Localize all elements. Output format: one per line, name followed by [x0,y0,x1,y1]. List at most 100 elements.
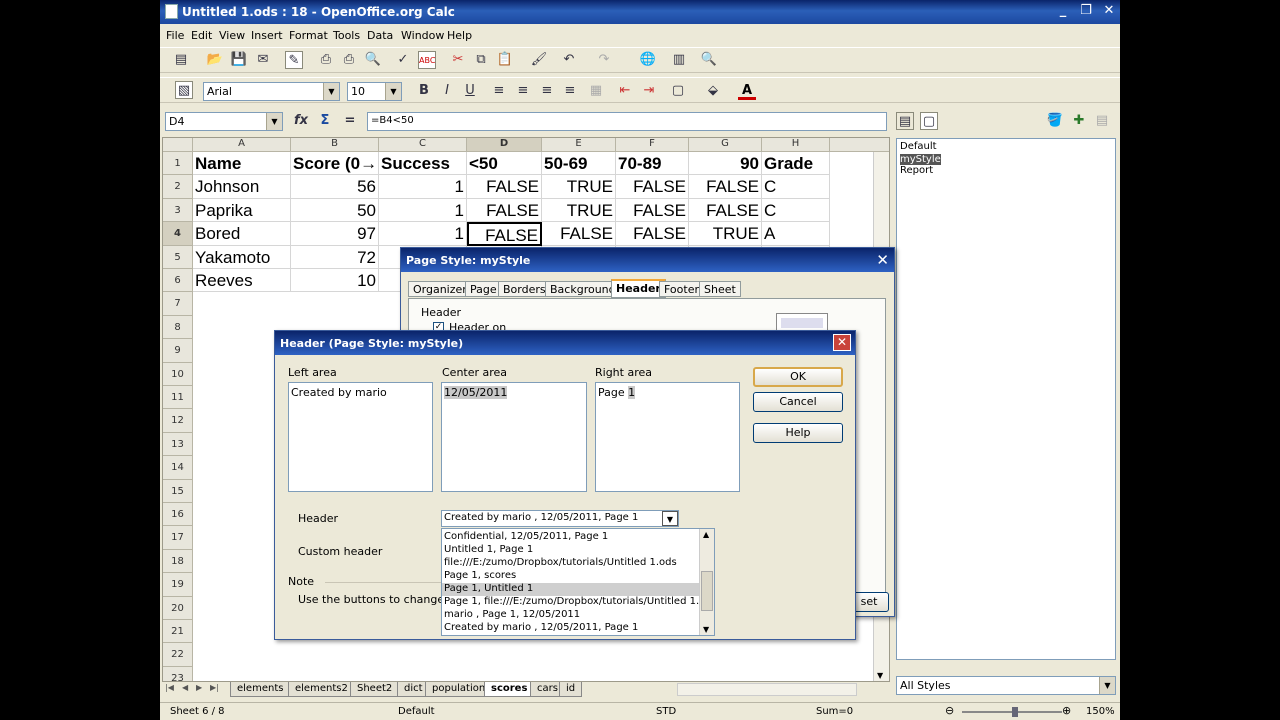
row-header[interactable]: 12 [163,409,193,433]
edit-file-icon[interactable]: ✎ [285,51,303,69]
sum-icon[interactable]: Σ [316,112,334,130]
scroll-down-icon[interactable]: ▼ [703,625,709,634]
header-option[interactable]: Untitled 1, Page 1 [442,544,699,557]
style-item[interactable]: Default [897,139,1115,154]
font-size-combo[interactable]: 10 ▼ [347,82,402,101]
sheet-tab-elements[interactable]: elements [230,682,291,697]
row-header[interactable]: 22 [163,643,193,667]
close-icon[interactable]: ✕ [1100,3,1118,20]
cancel-button[interactable]: Cancel [753,392,843,412]
style-item-selected[interactable]: myStyle [900,154,941,165]
print-icon[interactable]: ⎙ [340,51,358,69]
chevron-down-icon[interactable]: ▼ [662,511,678,526]
copy-icon[interactable]: ⧉ [472,51,490,69]
cell-c3[interactable]: 1 [379,198,467,223]
ok-button[interactable]: OK [753,367,843,387]
column-header[interactable] [830,138,889,152]
row-header[interactable]: 23 [163,666,193,681]
column-header[interactable]: C [379,138,467,152]
cell-g4[interactable]: TRUE [689,222,762,246]
open-icon[interactable]: 📂 [206,51,224,69]
cell-d4[interactable]: FALSE [467,222,542,246]
horizontal-scrollbar[interactable] [677,683,857,696]
scroll-up-icon[interactable]: ▲ [703,530,709,539]
redo-icon[interactable]: ↷ [595,51,613,69]
style-filter-combo[interactable]: All Styles ▼ [896,676,1116,695]
function-wizard-icon[interactable]: fx [292,112,310,130]
align-center-icon[interactable]: ≡ [514,82,532,100]
underline-icon[interactable]: U [461,82,479,100]
save-icon[interactable]: 💾 [230,51,248,69]
tab-borders[interactable]: Borders [498,281,551,297]
dropdown-scroll-thumb[interactable] [701,571,713,611]
cell-c1[interactable]: Success [379,152,467,176]
cell-g1[interactable]: 90 [689,152,762,176]
italic-icon[interactable]: I [438,82,456,100]
close-icon[interactable]: ✕ [876,251,889,269]
center-area-editor[interactable]: 12/05/2011 [441,382,587,492]
row-header[interactable]: 17 [163,526,193,550]
style-item[interactable]: Report [897,165,1115,176]
cell-h4[interactable]: A [762,222,830,246]
corner-select-all[interactable] [163,138,193,152]
row-header[interactable]: 9 [163,339,193,363]
tab-organizer[interactable]: Organizer [408,281,472,297]
cell-h3[interactable]: C [762,198,830,223]
cell-c4[interactable]: 1 [379,222,467,246]
chevron-down-icon[interactable]: ▼ [266,113,282,130]
cell-e1[interactable]: 50-69 [542,152,616,176]
chevron-down-icon[interactable]: ▼ [1099,677,1115,694]
menu-insert[interactable]: Insert [251,29,283,42]
new-document-icon[interactable]: ▤ [172,51,190,69]
new-style-icon[interactable]: ✚ [1070,112,1088,130]
row-header[interactable]: 4 [163,222,193,246]
cell-g2[interactable]: FALSE [689,175,762,199]
cell-f1[interactable]: 70-89 [616,152,689,176]
column-header[interactable]: A [193,138,291,152]
row-header[interactable]: 8 [163,315,193,340]
email-icon[interactable]: ✉ [254,51,272,69]
header-option[interactable]: Confidential, 12/05/2011, Page 1 [442,531,699,544]
cell-a3[interactable]: Paprika [193,198,291,223]
background-color-icon[interactable]: ⬙ [704,82,722,100]
increase-indent-icon[interactable]: ⇥ [640,82,658,100]
menu-file[interactable]: File [166,29,184,42]
cell-g3[interactable]: FALSE [689,198,762,223]
column-header[interactable]: E [542,138,616,152]
cut-icon[interactable]: ✂ [449,51,467,69]
tab-footer[interactable]: Footer [659,281,704,297]
format-paintbrush-icon[interactable]: 🖌 [530,51,548,69]
cell-a5[interactable]: Yakamoto [193,245,291,269]
zoom-out-icon[interactable]: ⊖ [945,704,954,717]
row-header[interactable]: 6 [163,269,193,293]
cell-f2[interactable]: FALSE [616,175,689,199]
column-header[interactable]: G [689,138,762,152]
row-header[interactable]: 21 [163,620,193,644]
autospellcheck-icon[interactable]: ABC [418,51,436,69]
update-style-icon[interactable]: ▤ [1093,112,1111,130]
function-icon[interactable]: = [341,112,359,130]
tab-header[interactable]: Header [611,279,666,298]
cell-e4[interactable]: FALSE [542,222,616,246]
column-header[interactable]: H [762,138,830,152]
row-header[interactable]: 19 [163,573,193,597]
chart-icon[interactable]: ▥ [670,51,688,69]
tab-page[interactable]: Page [465,281,502,297]
left-area-editor[interactable]: Created by mario [288,382,433,492]
cell-b5[interactable]: 72 [291,245,379,269]
cell-e3[interactable]: TRUE [542,198,616,223]
sheet-tab-elements2[interactable]: elements2 [288,682,355,697]
fill-format-mode-icon[interactable]: 🪣 [1046,112,1064,130]
cell-b1[interactable]: Score (0→ [291,152,379,176]
align-right-icon[interactable]: ≡ [538,82,556,100]
cell-b4[interactable]: 97 [291,222,379,246]
decrease-indent-icon[interactable]: ⇤ [616,82,634,100]
menu-window[interactable]: Window [401,29,444,42]
borders-icon[interactable]: ▢ [669,82,687,100]
cell-b2[interactable]: 56 [291,175,379,199]
column-header[interactable]: B [291,138,379,152]
justify-icon[interactable]: ≡ [561,82,579,100]
menu-format[interactable]: Format [289,29,328,42]
font-name-combo[interactable]: Arial ▼ [203,82,340,101]
tab-nav-first-icon[interactable]: |◀ [165,683,174,692]
